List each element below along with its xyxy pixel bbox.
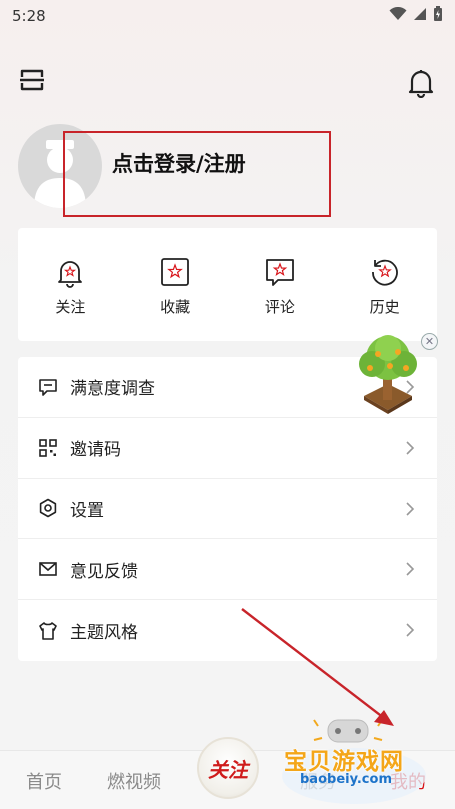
watermark-title: 宝贝游戏网 [284, 749, 404, 775]
nav-center-label: 关注 [208, 757, 248, 782]
quick-action-comment[interactable]: 评论 [228, 228, 333, 341]
quick-action-label: 关注 [55, 298, 86, 316]
status-time: 5:28 [12, 7, 46, 25]
mail-icon [39, 562, 57, 577]
chevron-right-icon [406, 502, 415, 516]
menu-item-label: 设置 [70, 500, 104, 521]
quick-action-label: 历史 [369, 298, 400, 316]
bell-icon [408, 70, 434, 99]
chevron-right-icon [406, 623, 415, 637]
quick-action-favorite[interactable]: 收藏 [123, 228, 228, 341]
quick-action-history[interactable]: 历史 [332, 228, 437, 341]
qr-code-icon [39, 438, 57, 457]
settings-icon [39, 499, 57, 518]
menu-item-settings[interactable]: 设置 [18, 479, 437, 540]
chevron-right-icon [406, 562, 415, 576]
floating-tree-ad[interactable] [350, 330, 426, 418]
annotation-highlight-box [63, 131, 331, 217]
menu-item-label: 意见反馈 [70, 561, 138, 582]
status-icons [389, 6, 443, 22]
survey-icon [39, 379, 57, 396]
star-chat-icon [265, 259, 294, 286]
menu-item-label: 满意度调查 [70, 379, 155, 400]
quick-actions-card: 关注 收藏 评论 历史 [18, 228, 437, 341]
nav-video[interactable]: 燃视频 [107, 768, 161, 794]
battery-icon [434, 6, 442, 21]
scan-icon [20, 69, 44, 91]
menu-item-theme[interactable]: 主题风格 [18, 600, 437, 661]
close-ad-button[interactable]: ✕ [421, 333, 438, 350]
chevron-right-icon [406, 441, 415, 455]
bell-icon [58, 261, 83, 288]
menu-item-label: 主题风格 [70, 623, 138, 644]
quick-action-label: 评论 [264, 298, 295, 316]
menu-item-feedback[interactable]: 意见反馈 [18, 539, 437, 601]
quick-action-label: 收藏 [160, 298, 191, 316]
scan-button[interactable] [18, 66, 46, 94]
close-icon: ✕ [424, 335, 435, 348]
quick-action-follow[interactable]: 关注 [18, 228, 123, 341]
signal-icon [414, 8, 426, 20]
history-icon [371, 259, 398, 286]
tree-icon [359, 335, 417, 414]
menu-item-label: 邀请码 [70, 440, 121, 461]
shirt-icon [39, 621, 57, 640]
star-box-icon [161, 258, 190, 286]
nav-home[interactable]: 首页 [26, 768, 62, 794]
menu-item-invite-code[interactable]: 邀请码 [18, 418, 437, 479]
nav-center-follow-button[interactable]: 关注 [197, 737, 259, 799]
notification-button[interactable] [407, 68, 435, 99]
watermark-url: baobeiy.com [300, 772, 392, 787]
status-bar: 5:28 [0, 0, 455, 32]
wifi-icon [389, 7, 407, 20]
